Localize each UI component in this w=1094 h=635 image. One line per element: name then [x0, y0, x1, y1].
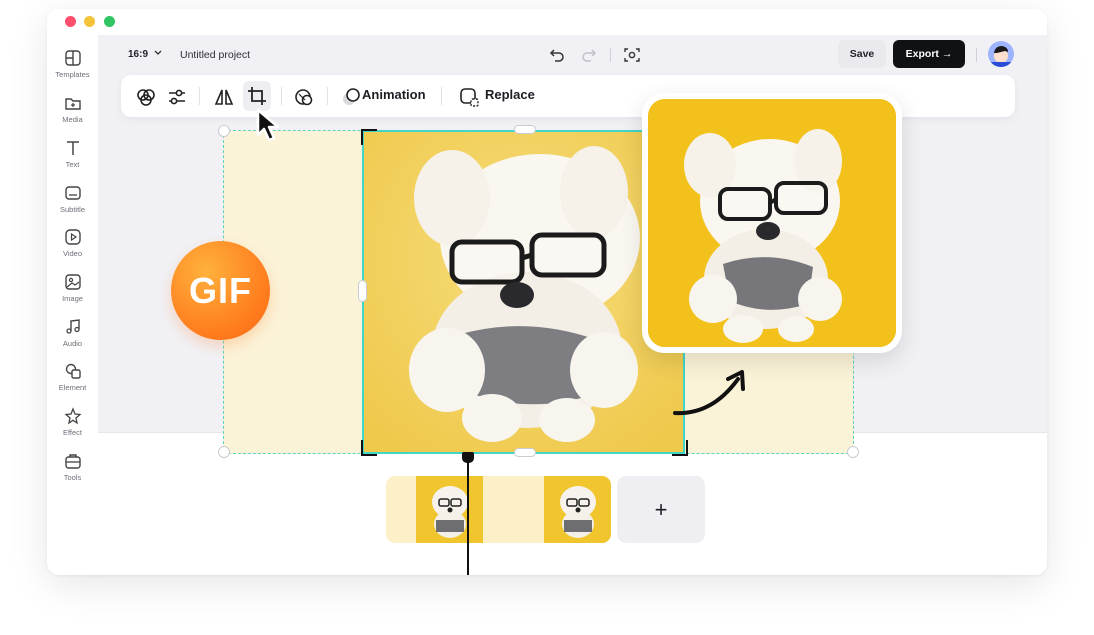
aspect-ratio-select[interactable]: 16:9	[128, 49, 163, 60]
clip-thumbnail-dog	[432, 486, 468, 538]
sidebar-item-audio[interactable]: Audio	[47, 318, 98, 358]
element-icon	[65, 363, 81, 379]
close-window-button[interactable]	[65, 16, 76, 27]
sidebar-item-templates[interactable]: Templates	[47, 49, 98, 89]
crop-corner-bottom-left[interactable]	[361, 440, 377, 456]
sidebar-item-element[interactable]: Element	[47, 362, 98, 402]
redo-icon[interactable]	[580, 46, 598, 64]
project-title[interactable]: Untitled project	[180, 49, 250, 61]
tools-icon	[64, 454, 81, 469]
image-selection-box[interactable]	[362, 130, 685, 454]
toolbar-divider	[610, 48, 611, 62]
resize-handle-left[interactable]	[358, 280, 367, 302]
animation-button[interactable]: Animation	[362, 87, 426, 102]
stage-handle-top-left[interactable]	[218, 125, 230, 137]
playhead-handle[interactable]	[462, 452, 474, 463]
export-button[interactable]: Export →	[893, 40, 965, 68]
result-preview-card	[642, 93, 902, 353]
curved-arrow-icon	[673, 370, 745, 416]
clip-frame-2	[544, 476, 611, 543]
save-button[interactable]: Save	[838, 40, 886, 68]
effect-icon	[63, 407, 82, 425]
sidebar-item-effect[interactable]: Effect	[47, 407, 98, 447]
sidebar-label: Video	[62, 249, 83, 258]
undo-icon[interactable]	[548, 46, 566, 64]
playhead[interactable]	[467, 452, 469, 575]
sidebar-label: Effect	[62, 428, 83, 437]
toolbar-divider	[199, 87, 200, 105]
sidebar-item-video[interactable]: Video	[47, 228, 98, 268]
chevron-down-icon	[154, 50, 162, 55]
gif-badge: GIF	[171, 241, 270, 340]
crop-corner-top-left[interactable]	[361, 129, 377, 145]
crop-icon	[248, 87, 266, 105]
arrow-right-icon: →	[941, 48, 953, 60]
templates-icon	[64, 50, 81, 66]
clip-thumbnail-dog	[560, 486, 596, 538]
sidebar-item-subtitle[interactable]: Subtitle	[47, 184, 98, 224]
sidebar-label: Media	[62, 115, 83, 124]
sidebar-label: Text	[65, 160, 80, 169]
resize-handle-top[interactable]	[514, 125, 536, 134]
sidebar-label: Templates	[55, 70, 90, 79]
sidebar: Templates Media Text Subtitle Video Imag…	[47, 35, 99, 575]
sidebar-item-image[interactable]: Image	[47, 273, 98, 313]
sidebar-item-media[interactable]: Media	[47, 94, 98, 134]
flip-icon[interactable]	[213, 86, 235, 108]
stage-handle-bottom-left[interactable]	[218, 446, 230, 458]
sidebar-label: Image	[62, 294, 83, 303]
replace-icon[interactable]	[458, 86, 480, 108]
maximize-window-button[interactable]	[104, 16, 115, 27]
sidebar-label: Subtitle	[59, 205, 86, 214]
toolbar-divider	[327, 87, 328, 105]
crop-corner-bottom-right[interactable]	[672, 440, 688, 456]
sidebar-label: Element	[58, 383, 87, 392]
timeline-clip[interactable]	[386, 476, 611, 543]
video-icon	[64, 229, 81, 245]
mouse-cursor-icon	[256, 108, 280, 142]
screenshot-icon[interactable]	[623, 46, 641, 64]
add-clip-button[interactable]: +	[617, 476, 705, 543]
mask-icon[interactable]	[293, 86, 315, 108]
user-avatar-icon	[988, 46, 1014, 67]
filters-icon[interactable]	[135, 86, 157, 108]
toolbar-divider	[281, 87, 282, 105]
animation-icon[interactable]	[340, 86, 362, 108]
stage-handle-bottom-right[interactable]	[847, 446, 859, 458]
replace-button[interactable]: Replace	[485, 87, 535, 102]
title-bar	[47, 9, 1047, 35]
header-divider	[976, 48, 977, 62]
sidebar-label: Audio	[62, 339, 83, 348]
minimize-window-button[interactable]	[84, 16, 95, 27]
toolbar-divider	[441, 87, 442, 105]
audio-icon	[65, 319, 80, 334]
media-icon	[64, 98, 81, 110]
sidebar-item-tools[interactable]: Tools	[47, 452, 98, 492]
top-bar: 16:9 Untitled project Save Export →	[98, 35, 1047, 75]
aspect-ratio-value: 16:9	[128, 49, 149, 60]
text-icon	[66, 141, 79, 155]
sidebar-label: Tools	[63, 473, 82, 482]
clip-frame-1	[416, 476, 483, 543]
sidebar-item-text[interactable]: Text	[47, 139, 98, 179]
avatar[interactable]	[988, 41, 1014, 67]
resize-handle-bottom[interactable]	[514, 448, 536, 457]
adjust-icon[interactable]	[166, 86, 188, 108]
image-icon	[64, 274, 81, 290]
result-preview-image	[648, 99, 896, 347]
subtitle-icon	[64, 186, 81, 200]
dog-photo-cropped	[648, 99, 896, 347]
export-label: Export	[905, 48, 939, 60]
